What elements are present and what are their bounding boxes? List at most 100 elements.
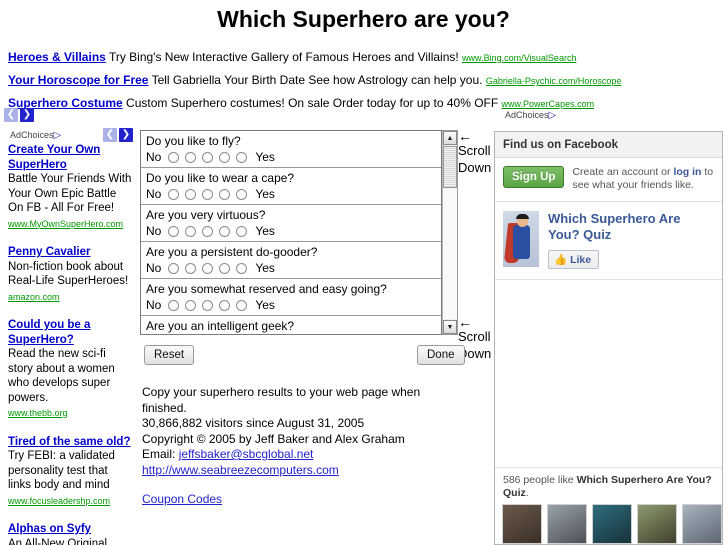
sidebar-ad-url[interactable]: www.thebb.org <box>8 406 133 421</box>
facebook-face-photo[interactable] <box>547 504 587 544</box>
scroll-hint-top-line2: Down <box>458 160 492 175</box>
quiz-question-item: Are you somewhat reserved and easy going… <box>141 279 441 316</box>
sidebar-ad-url[interactable]: www.focusleadershp.com <box>8 494 133 509</box>
quiz-scrollbar[interactable]: ▲ ▼ <box>442 130 458 335</box>
sidebar-ad-title[interactable]: Create Your Own SuperHero <box>8 143 133 172</box>
quiz-question-item: Are you an intelligent geek? No Yes <box>141 316 441 334</box>
facebook-face-photo[interactable] <box>502 504 542 544</box>
scale-low-label: No <box>146 224 162 238</box>
quiz-radio-4[interactable] <box>219 225 231 237</box>
sidebar-ad-title[interactable]: Alphas on Syfy <box>8 522 133 537</box>
sidebar-prev-arrow-icon[interactable]: ❮ <box>103 128 117 142</box>
page-root: Which Superhero are you? Heroes & Villai… <box>0 0 727 545</box>
quiz-question-text: Do you like to wear a cape? <box>146 171 295 185</box>
quiz-radio-5[interactable] <box>236 151 248 163</box>
quiz-radio-2[interactable] <box>185 188 197 200</box>
sidebar-next-arrow-icon[interactable]: ❯ <box>119 128 133 142</box>
top-ad-description: Tell Gabriella Your Birth Date See how A… <box>151 73 483 87</box>
quiz-radio-5[interactable] <box>236 188 248 200</box>
quiz-radio-2[interactable] <box>185 299 197 311</box>
sidebar-ad: Penny Cavalier Non-fiction book about Re… <box>8 245 133 304</box>
like-button[interactable]: 👍 Like <box>548 250 600 269</box>
top-ad-title[interactable]: Your Horoscope for Free <box>8 73 148 87</box>
quiz-radio-1[interactable] <box>168 151 180 163</box>
quiz-radio-1[interactable] <box>168 299 180 311</box>
prev-arrow-icon[interactable]: ❮ <box>4 108 18 122</box>
scroll-hint-top: ← Scroll Down <box>458 129 492 176</box>
quiz-radio-2[interactable] <box>185 225 197 237</box>
adchoices-sidebar[interactable]: AdChoices▷ <box>10 130 61 141</box>
scale-high-label: Yes <box>255 261 275 275</box>
sidebar-ad-title[interactable]: Tired of the same old? <box>8 435 133 450</box>
sidebar-ad-url[interactable]: www.MyOwnSuperHero.com <box>8 217 133 232</box>
coupon-codes-link[interactable]: Coupon Codes <box>142 492 462 508</box>
scroll-hint-bottom-arrow-icon: ← <box>458 314 472 330</box>
quiz-radio-4[interactable] <box>219 299 231 311</box>
quiz-radio-2[interactable] <box>185 262 197 274</box>
page-title: Which Superhero are you? <box>217 6 510 32</box>
sidebar-ad-title[interactable]: Penny Cavalier <box>8 245 133 260</box>
facebook-face-photo[interactable] <box>637 504 677 544</box>
facebook-face[interactable]: Károly <box>547 504 587 544</box>
quiz-radio-2[interactable] <box>185 151 197 163</box>
quiz-radio-4[interactable] <box>219 151 231 163</box>
quiz-radio-3[interactable] <box>202 151 214 163</box>
facebook-face[interactable]: Peter <box>637 504 677 544</box>
adchoices-sidebar-label: AdChoices <box>10 130 54 140</box>
quiz-radio-1[interactable] <box>168 188 180 200</box>
top-ad-title[interactable]: Heroes & Villains <box>8 50 106 64</box>
quiz-radio-3[interactable] <box>202 262 214 274</box>
signup-button[interactable]: Sign Up <box>503 166 565 188</box>
quiz-radio-5[interactable] <box>236 225 248 237</box>
sidebar-ad-body: Read the new sci-fi story about a women … <box>8 348 115 404</box>
done-button[interactable]: Done <box>417 345 465 365</box>
quiz-radio-3[interactable] <box>202 188 214 200</box>
scale-low-label: No <box>146 187 162 201</box>
next-arrow-icon[interactable]: ❯ <box>20 108 34 122</box>
reset-button[interactable]: Reset <box>144 345 195 365</box>
quiz-radio-1[interactable] <box>168 262 180 274</box>
sidebar-ad-url[interactable]: amazon.com <box>8 290 133 305</box>
facebook-page-row: Which Superhero Are You? Quiz 👍 Like <box>495 202 722 280</box>
quiz-question-text: Are you a persistent do-gooder? <box>146 245 318 259</box>
signup-text-before: Create an account or <box>572 166 674 178</box>
login-link[interactable]: log in <box>673 166 701 178</box>
adchoices-top-label: AdChoices <box>505 110 549 120</box>
quiz-radio-3[interactable] <box>202 225 214 237</box>
quiz-question-list[interactable]: Do you like to fly? No Yes Do you like t… <box>140 130 442 335</box>
sidebar-ad: Alphas on Syfy An All-New Original <box>8 522 133 545</box>
scale-low-label: No <box>146 150 162 164</box>
quiz-radio-5[interactable] <box>236 262 248 274</box>
scale-high-label: Yes <box>255 187 275 201</box>
website-link[interactable]: http://www.seabreezecomputers.com <box>142 463 339 477</box>
quiz-radio-5[interactable] <box>236 299 248 311</box>
facebook-face[interactable]: Wagner <box>502 504 542 544</box>
email-link[interactable]: jeffsbaker@sbcglobal.net <box>179 447 314 461</box>
facebook-face[interactable]: Joshua <box>592 504 632 544</box>
sidebar-ad: Create Your Own SuperHero Battle Your Fr… <box>8 143 133 231</box>
scrollbar-track[interactable] <box>443 189 457 319</box>
quiz-question-text: Do you like to fly? <box>146 134 241 148</box>
sidebar-ad: Could you be a SuperHero? Read the new s… <box>8 318 133 421</box>
quiz-radio-4[interactable] <box>219 262 231 274</box>
quiz-question-item: Do you like to fly? No Yes <box>141 131 441 168</box>
top-ad-row: Your Horoscope for Free Tell Gabriella Y… <box>8 73 722 88</box>
top-ad-url[interactable]: www.Bing.com/VisualSearch <box>462 53 576 63</box>
quiz-radio-3[interactable] <box>202 299 214 311</box>
sidebar-ad-title[interactable]: Could you be a SuperHero? <box>8 318 133 347</box>
quiz-answer-scale: No Yes <box>146 224 437 238</box>
scrollbar-down-icon[interactable]: ▼ <box>443 320 457 334</box>
facebook-face-photo[interactable] <box>682 504 722 544</box>
adchoices-top[interactable]: AdChoices▷ <box>505 110 556 121</box>
adchoices-top-icon: ▷ <box>548 110 557 121</box>
facebook-page-name[interactable]: Which Superhero Are You? Quiz <box>548 211 714 243</box>
scrollbar-up-icon[interactable]: ▲ <box>443 131 457 145</box>
top-ad-url[interactable]: Gabriella-Psychic.com/Horoscope <box>486 76 622 86</box>
facebook-face[interactable]: Craig <box>682 504 722 544</box>
quiz-radio-4[interactable] <box>219 188 231 200</box>
quiz-radio-1[interactable] <box>168 225 180 237</box>
scrollbar-thumb[interactable] <box>443 146 457 188</box>
top-ad-url[interactable]: www.PowerCapes.com <box>502 99 595 109</box>
facebook-widget: Find us on Facebook Sign Up Create an ac… <box>494 131 723 545</box>
facebook-face-photo[interactable] <box>592 504 632 544</box>
